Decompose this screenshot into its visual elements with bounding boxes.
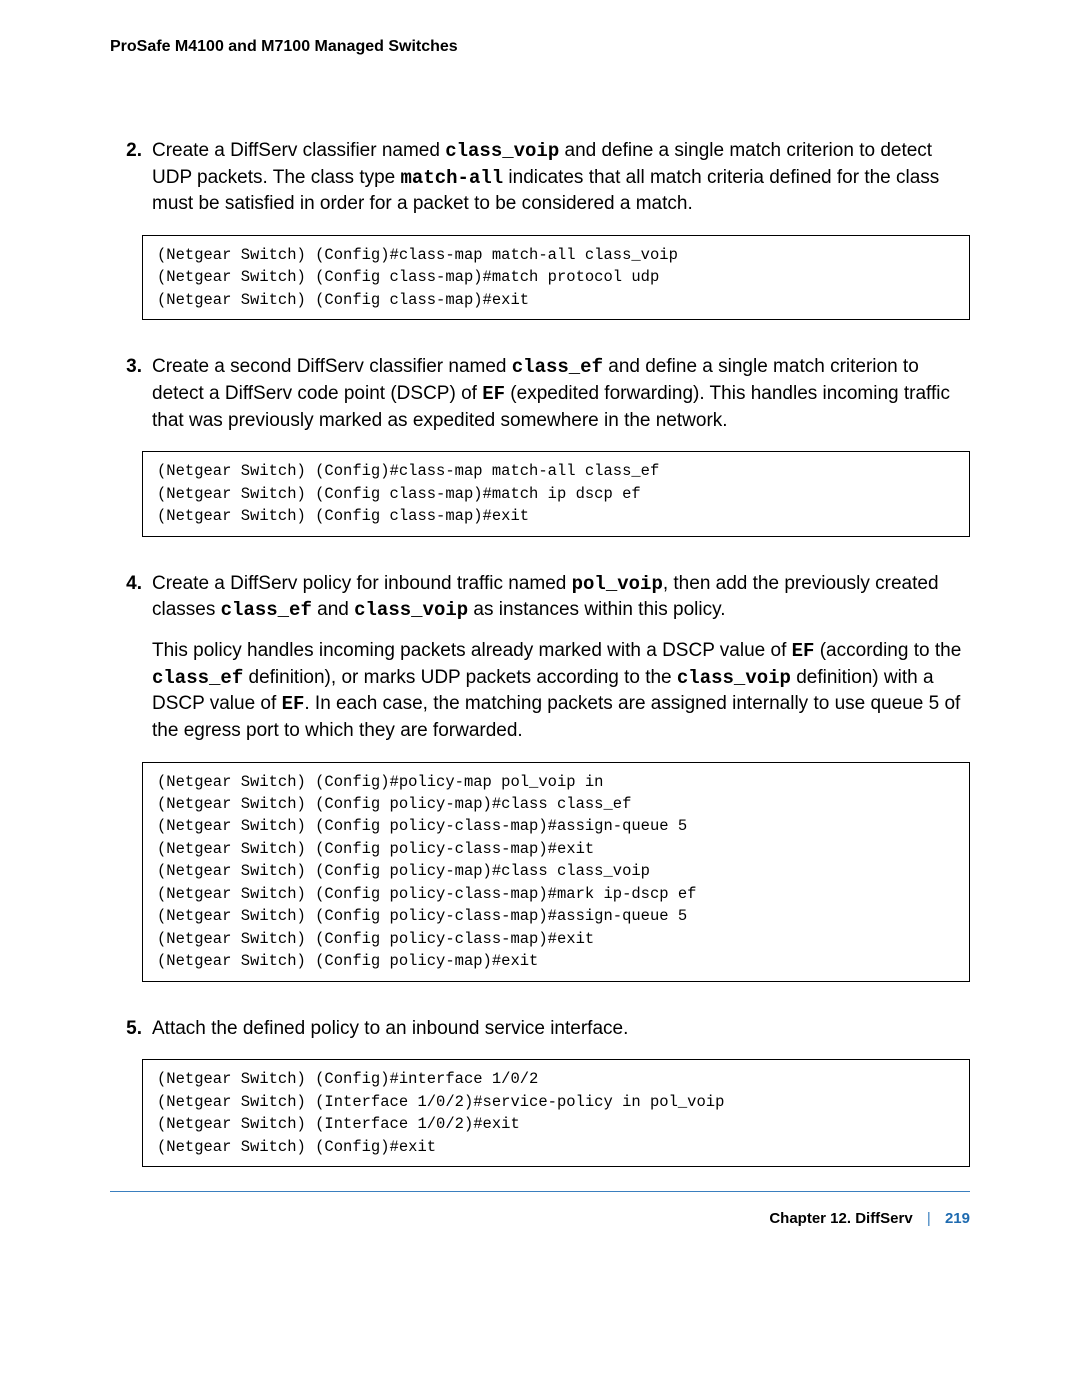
text-segment: Attach the defined policy to an inbound … (152, 1018, 628, 1039)
inline-code: class_voip (677, 667, 791, 689)
step-number: 4. (110, 571, 152, 597)
step-item: 2.Create a DiffServ classifier named cla… (110, 138, 970, 320)
step-paragraph: Create a DiffServ policy for inbound tra… (152, 571, 970, 624)
step-number: 3. (110, 354, 152, 380)
step-row: 2.Create a DiffServ classifier named cla… (110, 138, 970, 217)
inline-code: match-all (401, 167, 504, 189)
inline-code: class_ef (152, 667, 243, 689)
inline-code: class_ef (512, 356, 603, 378)
step-body: Create a DiffServ policy for inbound tra… (152, 571, 970, 744)
step-row: 4.Create a DiffServ policy for inbound t… (110, 571, 970, 744)
step-row: 5.Attach the defined policy to an inboun… (110, 1016, 970, 1042)
text-segment: Create a DiffServ classifier named (152, 140, 445, 161)
step-number: 2. (110, 138, 152, 164)
text-segment: as instances within this policy. (468, 599, 725, 620)
text-segment: and (312, 599, 354, 620)
step-paragraph: Attach the defined policy to an inbound … (152, 1016, 970, 1042)
step-paragraph: Create a second DiffServ classifier name… (152, 354, 970, 433)
code-block: (Netgear Switch) (Config)#class-map matc… (142, 451, 970, 536)
inline-code: EF (282, 693, 305, 715)
footer-separator: | (917, 1210, 941, 1227)
step-body: Create a DiffServ classifier named class… (152, 138, 970, 217)
step-body: Attach the defined policy to an inbound … (152, 1016, 970, 1042)
step-item: 5.Attach the defined policy to an inboun… (110, 1016, 970, 1168)
step-row: 3.Create a second DiffServ classifier na… (110, 354, 970, 433)
step-item: 3.Create a second DiffServ classifier na… (110, 354, 970, 536)
inline-code: EF (482, 383, 505, 405)
step-paragraph: This policy handles incoming packets alr… (152, 638, 970, 744)
text-segment: Create a second DiffServ classifier name… (152, 356, 512, 377)
step-list: 2.Create a DiffServ classifier named cla… (110, 138, 970, 1167)
inline-code: EF (792, 640, 815, 662)
step-paragraph: Create a DiffServ classifier named class… (152, 138, 970, 217)
page-footer: Chapter 12. DiffServ | 219 (110, 1191, 970, 1227)
step-body: Create a second DiffServ classifier name… (152, 354, 970, 433)
text-segment: (according to the (814, 640, 961, 661)
inline-code: class_ef (221, 599, 312, 621)
running-header: ProSafe M4100 and M7100 Managed Switches (110, 38, 970, 56)
inline-code: class_voip (354, 599, 468, 621)
footer-chapter-label: Chapter 12. DiffServ (769, 1210, 912, 1227)
text-segment: Create a DiffServ policy for inbound tra… (152, 573, 572, 594)
inline-code: pol_voip (572, 573, 663, 595)
code-block: (Netgear Switch) (Config)#interface 1/0/… (142, 1059, 970, 1167)
document-page: ProSafe M4100 and M7100 Managed Switches… (0, 0, 1080, 1397)
footer-page-number: 219 (945, 1210, 970, 1227)
text-segment: This policy handles incoming packets alr… (152, 640, 792, 661)
inline-code: class_voip (445, 140, 559, 162)
code-block: (Netgear Switch) (Config)#policy-map pol… (142, 762, 970, 982)
step-number: 5. (110, 1016, 152, 1042)
text-segment: definition), or marks UDP packets accord… (243, 667, 677, 688)
step-item: 4.Create a DiffServ policy for inbound t… (110, 571, 970, 982)
code-block: (Netgear Switch) (Config)#class-map matc… (142, 235, 970, 320)
